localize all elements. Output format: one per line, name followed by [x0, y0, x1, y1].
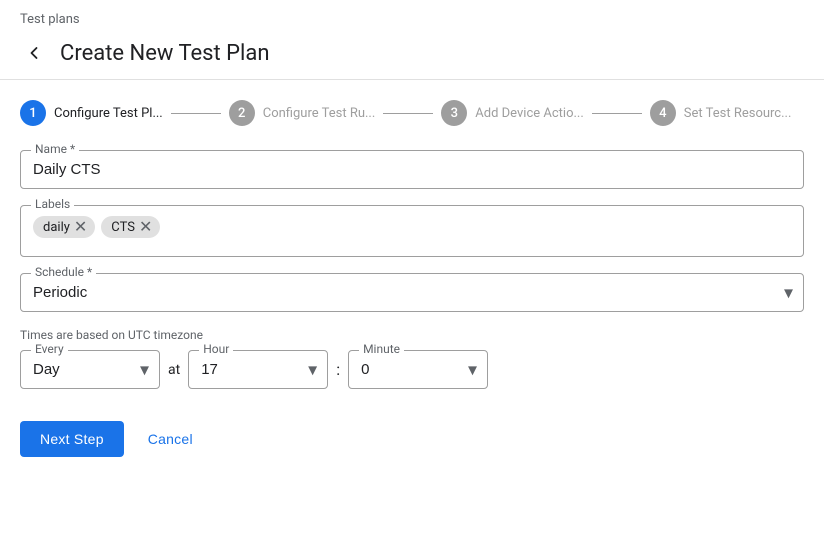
step-1: 1 Configure Test Pl... [20, 100, 163, 126]
step-4-circle: 4 [650, 100, 676, 126]
labels-inner: daily ✕ CTS ✕ [33, 216, 791, 238]
form: Name * Labels daily ✕ CTS ✕ Schedule * [0, 142, 824, 405]
labels-field-group: Labels daily ✕ CTS ✕ [20, 205, 804, 257]
labels-wrapper: Labels daily ✕ CTS ✕ [20, 205, 804, 257]
minute-select[interactable]: 051015 20253035 40455055 [349, 351, 487, 388]
labels-label: Labels [31, 197, 74, 211]
step-4-label: Set Test Resourc... [684, 106, 792, 121]
chip-cts: CTS ✕ [101, 216, 160, 238]
chip-cts-close[interactable]: ✕ [139, 219, 152, 235]
schedule-wrapper: Schedule * Periodic Once Manual ▾ [20, 273, 804, 312]
chip-cts-text: CTS [111, 220, 135, 235]
schedule-label: Schedule * [31, 265, 96, 279]
step-3-label: Add Device Actio... [475, 106, 584, 121]
stepper: 1 Configure Test Pl... 2 Configure Test … [0, 80, 824, 142]
step-1-circle: 1 [20, 100, 46, 126]
step-2-circle: 2 [229, 100, 255, 126]
step-connector-3 [592, 113, 642, 114]
cancel-button[interactable]: Cancel [136, 421, 205, 457]
page-title: Create New Test Plan [60, 41, 270, 66]
every-wrapper: Every Day Hour Week ▾ [20, 350, 160, 389]
chip-daily: daily ✕ [33, 216, 95, 238]
periodic-row: Every Day Hour Week ▾ at Hour 0123 4567 … [20, 350, 804, 389]
minute-label: Minute [359, 342, 404, 356]
schedule-select[interactable]: Periodic Once Manual [21, 274, 803, 311]
hour-label: Hour [199, 342, 233, 356]
chip-daily-text: daily [43, 220, 70, 235]
action-row: Next Step Cancel [0, 405, 824, 457]
hour-wrapper: Hour 0123 4567 891011 12131415 16171819 … [188, 350, 328, 389]
schedule-field-group: Schedule * Periodic Once Manual ▾ [20, 273, 804, 312]
name-field-group: Name * [20, 150, 804, 189]
every-select[interactable]: Day Hour Week [21, 351, 159, 388]
step-1-label: Configure Test Pl... [54, 106, 163, 121]
step-connector-1 [171, 113, 221, 114]
timezone-note: Times are based on UTC timezone [20, 328, 804, 342]
header: Create New Test Plan [0, 35, 824, 80]
breadcrumb: Test plans [0, 0, 824, 35]
minute-wrapper: Minute 051015 20253035 40455055 ▾ [348, 350, 488, 389]
step-2-label: Configure Test Ru... [263, 106, 376, 121]
at-label: at [168, 362, 180, 378]
step-4: 4 Set Test Resourc... [650, 100, 792, 126]
name-label: Name * [31, 142, 79, 156]
step-3-circle: 3 [441, 100, 467, 126]
next-step-button[interactable]: Next Step [20, 421, 124, 457]
name-field-wrapper: Name * [20, 150, 804, 189]
hour-select[interactable]: 0123 4567 891011 12131415 16171819 20212… [189, 351, 327, 388]
step-3: 3 Add Device Actio... [441, 100, 584, 126]
chip-daily-close[interactable]: ✕ [74, 219, 87, 235]
name-input[interactable] [33, 159, 791, 180]
every-label: Every [31, 342, 68, 356]
back-button[interactable] [20, 39, 48, 67]
step-2: 2 Configure Test Ru... [229, 100, 376, 126]
colon-separator: : [336, 360, 340, 379]
step-connector-2 [383, 113, 433, 114]
